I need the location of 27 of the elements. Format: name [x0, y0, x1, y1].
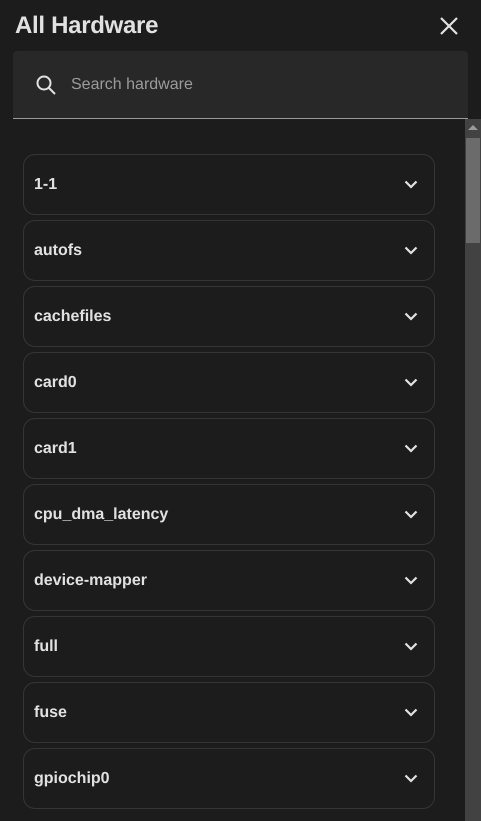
chevron-icon	[404, 642, 418, 651]
chevron-icon	[404, 774, 418, 783]
device-item[interactable]: full	[23, 616, 435, 677]
chevron-icon	[404, 312, 418, 321]
chevron-icon	[404, 510, 418, 519]
chevron-icon	[404, 576, 418, 585]
chevron-icon	[404, 708, 418, 717]
device-item[interactable]: cpu_dma_latency	[23, 484, 435, 545]
device-item[interactable]: card0	[23, 352, 435, 413]
dialog-title: All Hardware	[15, 12, 158, 40]
device-item[interactable]: gpiochip0	[23, 748, 435, 809]
search-icon	[35, 74, 57, 96]
scroll-up-icon[interactable]	[468, 125, 478, 130]
scrollbar-thumb[interactable]	[466, 138, 480, 243]
device-item[interactable]: autofs	[23, 220, 435, 281]
chevron-icon	[404, 378, 418, 387]
close-icon	[439, 16, 459, 36]
device-item[interactable]: device-mapper	[23, 550, 435, 611]
chevron-icon	[404, 180, 418, 189]
chevron-icon	[404, 246, 418, 255]
chevron-icon	[404, 444, 418, 453]
device-item[interactable]: 1-1	[23, 154, 435, 215]
scrollbar[interactable]	[465, 119, 481, 821]
device-item[interactable]: cachefiles	[23, 286, 435, 347]
search-field[interactable]: Search hardware	[13, 51, 468, 119]
device-item[interactable]: card1	[23, 418, 435, 479]
device-item[interactable]: fuse	[23, 682, 435, 743]
